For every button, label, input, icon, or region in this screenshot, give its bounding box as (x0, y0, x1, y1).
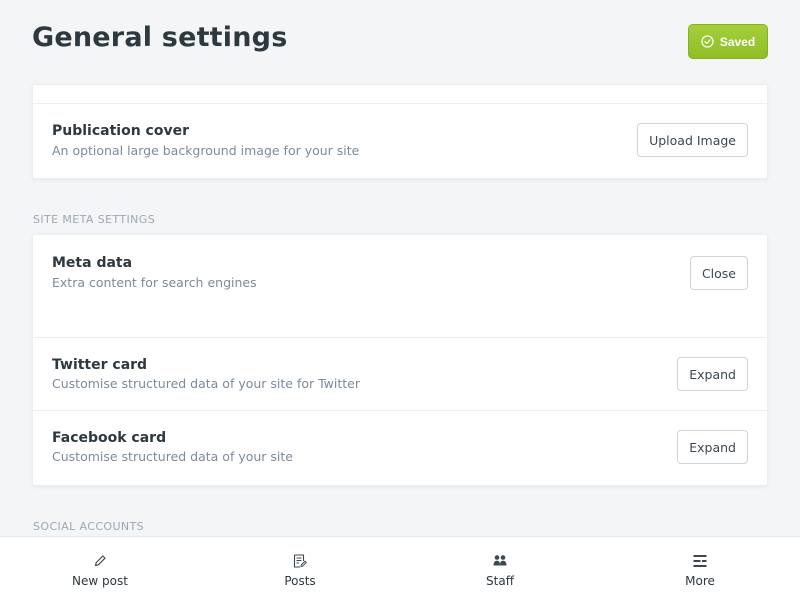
nav-item-label: Staff (486, 574, 514, 588)
site-meta-section-label: SITE META SETTINGS (33, 213, 156, 226)
facebook-card-desc: Customise structured data of your site (52, 449, 293, 464)
nav-item-more[interactable]: More (600, 537, 800, 600)
more-icon (692, 553, 708, 569)
twitter-card-row: Twitter card Customise structured data o… (33, 338, 767, 411)
bottom-nav: New post Posts Staff More (0, 536, 800, 600)
meta-data-close-button[interactable]: Close (689, 256, 748, 290)
saved-button-label: Saved (719, 34, 756, 49)
twitter-card-desc: Customise structured data of your site f… (52, 376, 361, 391)
check-circle-icon (701, 35, 714, 48)
meta-data-row: Meta data Extra content for search engin… (33, 235, 767, 338)
nav-item-label: More (685, 574, 715, 588)
previous-row-stub (33, 85, 767, 104)
site-meta-card: Meta data Extra content for search engin… (32, 234, 768, 486)
upload-image-button[interactable]: Upload Image (637, 123, 748, 157)
publication-card: Publication cover An optional large back… (32, 84, 768, 179)
facebook-card-title: Facebook card (52, 430, 167, 446)
page-header: General settings Saved (0, 0, 800, 84)
publication-cover-title: Publication cover (52, 123, 189, 139)
nav-item-posts[interactable]: Posts (200, 537, 400, 600)
staff-icon (492, 553, 508, 569)
saved-button[interactable]: Saved (688, 24, 768, 59)
nav-item-new-post[interactable]: New post (0, 537, 200, 600)
facebook-card-row: Facebook card Customise structured data … (33, 411, 767, 485)
nav-item-label: New post (72, 574, 128, 588)
meta-data-title: Meta data (52, 255, 133, 271)
facebook-card-expand-button[interactable]: Expand (677, 430, 748, 464)
twitter-card-title: Twitter card (52, 357, 148, 373)
pencil-icon (92, 553, 108, 569)
nav-item-label: Posts (284, 574, 316, 588)
settings-page: General settings Saved Publication cover… (0, 0, 800, 600)
publication-cover-row: Publication cover An optional large back… (33, 104, 767, 179)
nav-item-staff[interactable]: Staff (400, 537, 600, 600)
social-accounts-section-label: SOCIAL ACCOUNTS (33, 520, 145, 533)
posts-icon (292, 553, 308, 569)
publication-cover-desc: An optional large background image for y… (52, 143, 360, 158)
meta-data-desc: Extra content for search engines (52, 275, 257, 290)
twitter-card-expand-button[interactable]: Expand (677, 357, 748, 391)
page-title: General settings (32, 22, 288, 53)
